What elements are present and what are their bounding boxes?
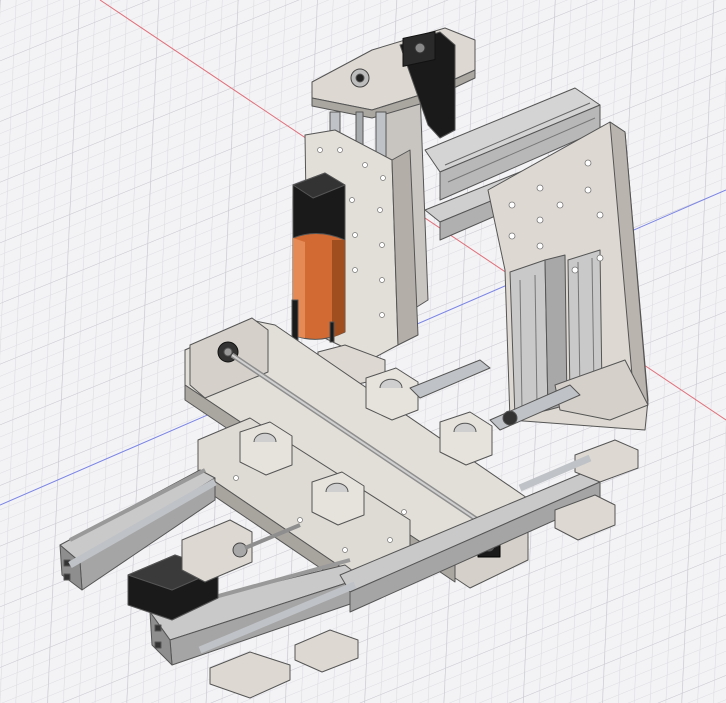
cad-viewport[interactable] (0, 0, 726, 703)
y-coupler-icon (232, 542, 248, 558)
z-motor-shaft (414, 42, 426, 54)
cnc-machine-3d-model[interactable] (0, 0, 726, 703)
column-extrusion-left[interactable] (509, 259, 549, 419)
